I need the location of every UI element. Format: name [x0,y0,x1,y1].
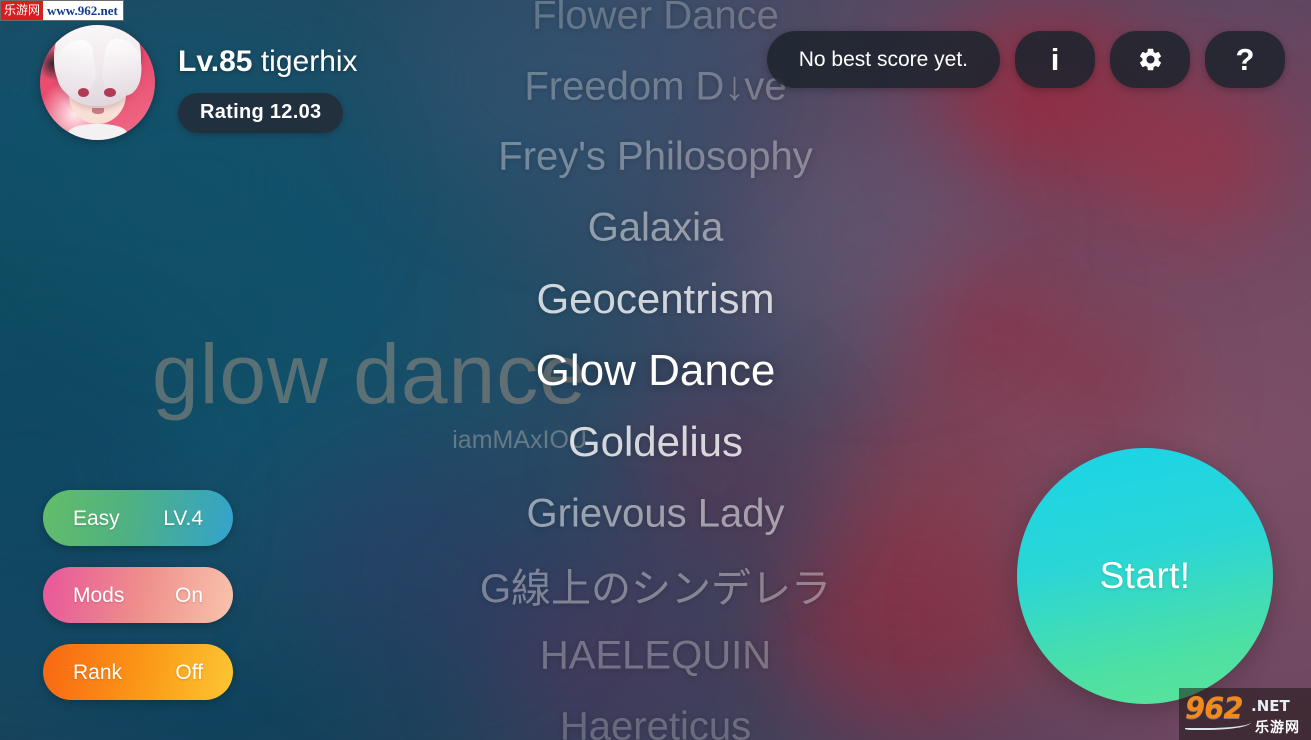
option-pill-difficulty[interactable]: Easy LV.4 [43,490,233,546]
info-icon: i [1050,42,1060,77]
watermark-swoosh-icon [1185,719,1251,730]
watermark-top-left-cn: 乐游网 [1,1,44,20]
player-level: Lv.85 [178,45,253,78]
start-button-label: Start! [1099,555,1191,596]
question-mark-icon: ? [1235,42,1255,77]
gameplay-options: Easy LV.4 Mods On Rank Off [43,490,233,700]
song-select-screen: glow dance iamMAxIOU Flower Dance Freedom… [0,0,1311,740]
option-pill-difficulty-label: Easy [73,506,120,530]
option-pill-mods-label: Mods [73,583,125,607]
settings-button[interactable] [1110,31,1190,88]
song-list-item[interactable]: Galaxia [0,206,1311,251]
option-pill-mods-value: On [174,583,203,607]
player-name-line: Lv.85 tigerhix [178,47,358,77]
option-pill-rank[interactable]: Rank Off [43,644,233,700]
option-pill-mods[interactable]: Mods On [43,567,233,623]
watermark-bottom-right: 962 .NET 乐游网 [1179,688,1311,740]
song-list-item[interactable]: Haereticus [0,705,1311,740]
song-list-item[interactable]: Geocentrism [0,275,1311,323]
avatar[interactable] [40,25,155,140]
song-list-item[interactable]: Frey's Philosophy [0,135,1311,180]
option-pill-rank-value: Off [175,660,203,684]
watermark-net-text: .NET [1251,697,1290,715]
help-button[interactable]: ? [1205,31,1285,88]
gear-icon [1139,48,1161,71]
watermark-bottom-right-cn: 乐游网 [1255,720,1300,736]
player-username: tigerhix [260,45,358,78]
info-button[interactable]: i [1015,31,1095,88]
watermark-top-left-url: www.962.net [47,3,118,18]
song-list-item[interactable]: Glow Dance [0,346,1311,396]
top-right-toolbar: No best score yet. i ? [766,31,1285,88]
player-profile: Lv.85 tigerhix Rating 12.03 [40,25,358,140]
watermark-top-left: 乐游网 www.962.net [0,0,124,21]
option-pill-rank-label: Rank [73,660,123,684]
player-rating-badge: Rating 12.03 [178,93,344,133]
start-button[interactable]: Start! [1017,448,1273,704]
best-score-badge: No best score yet. [766,31,1000,88]
option-pill-difficulty-value: LV.4 [163,506,203,530]
